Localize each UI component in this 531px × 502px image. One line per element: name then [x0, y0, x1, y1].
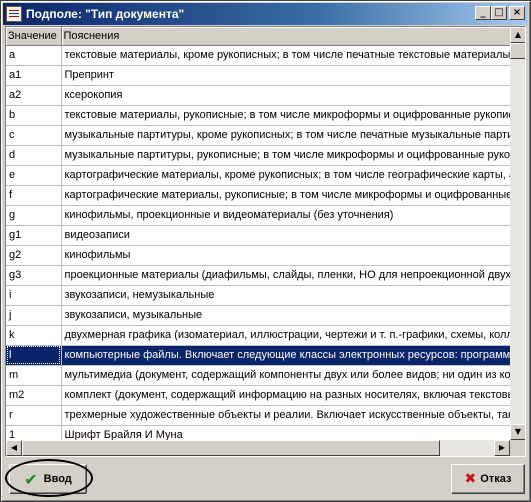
row-value-cell[interactable]: e: [6, 165, 62, 186]
header-row: Значение Пояснения: [6, 27, 510, 46]
row-description-cell[interactable]: мультимедиа (документ, содержащий компон…: [61, 365, 510, 386]
enter-button[interactable]: ✔ Ввод: [9, 464, 87, 494]
horizontal-scrollbar[interactable]: ◀ ▶: [6, 440, 510, 456]
row-description-cell[interactable]: картографические материалы, рукописные; …: [61, 185, 510, 206]
row-value-cell[interactable]: j: [6, 305, 62, 326]
row-value-cell[interactable]: f: [6, 185, 62, 206]
table-row[interactable]: e картографические материалы, кроме рукоп…: [6, 165, 510, 186]
row-description-cell[interactable]: компьютерные файлы. Включает следующие к…: [61, 345, 510, 366]
table-row[interactable]: a текстовые материалы, кроме рукописных; …: [6, 45, 510, 66]
row-value-cell[interactable]: k: [6, 325, 62, 346]
row-value-cell[interactable]: m: [6, 365, 62, 386]
scroll-right-button[interactable]: ▶: [494, 440, 510, 456]
values-grid[interactable]: Значение Пояснения a текстовые материалы,…: [5, 26, 526, 457]
cross-icon: ✖: [464, 471, 477, 487]
row-value-cell[interactable]: m2: [6, 385, 62, 406]
values-table: Значение Пояснения a текстовые материалы,…: [6, 27, 510, 440]
scroll-down-button[interactable]: ▼: [510, 424, 525, 440]
row-description-cell[interactable]: звукозаписи, немузыкальные: [61, 285, 510, 306]
table-row[interactable]: c музыкальные партитуры, кроме рукописных…: [6, 125, 510, 146]
row-value-cell[interactable]: d: [6, 145, 62, 166]
row-description-cell[interactable]: музыкальные партитуры, рукописные; в том…: [61, 145, 510, 166]
row-description-cell[interactable]: Шрифт Брайля И Муна: [61, 425, 510, 440]
column-header-value[interactable]: Значение: [6, 27, 62, 46]
table-row[interactable]: m2 комплект (документ, содержащий информа…: [6, 385, 510, 406]
minimize-button[interactable]: _: [475, 6, 491, 20]
row-description-cell[interactable]: двухмерная графика (изоматериал, иллюстр…: [61, 325, 510, 346]
table-row[interactable]: l компьютерные файлы. Включает следующие …: [6, 345, 510, 366]
table-row[interactable]: a2 ксерокопия: [6, 85, 510, 106]
table-row[interactable]: d музыкальные партитуры, рукописные; в то…: [6, 145, 510, 166]
vertical-scroll-thumb[interactable]: [510, 43, 525, 59]
row-description-cell[interactable]: текстовые материалы, кроме рукописных; в…: [61, 45, 510, 66]
row-description-cell[interactable]: видеозаписи: [61, 225, 510, 246]
row-value-cell[interactable]: g3: [6, 265, 62, 286]
scroll-left-button[interactable]: ◀: [6, 440, 22, 456]
cancel-button[interactable]: ✖ Отказ: [451, 464, 525, 494]
table-row[interactable]: b текстовые материалы, рукописные; в том …: [6, 105, 510, 126]
row-description-cell[interactable]: проекционные материалы (диафильмы, слайд…: [61, 265, 510, 286]
row-description-cell[interactable]: кинофильмы: [61, 245, 510, 266]
table-row[interactable]: 1 Шрифт Брайля И Муна: [6, 425, 510, 440]
row-value-cell[interactable]: c: [6, 125, 62, 146]
check-icon: ✔: [24, 469, 38, 489]
table-row[interactable]: g1 видеозаписи: [6, 225, 510, 246]
row-description-cell[interactable]: музыкальные партитуры, кроме рукописных;…: [61, 125, 510, 146]
row-value-cell[interactable]: g: [6, 205, 62, 226]
vertical-scrollbar[interactable]: ▲ ▼: [510, 27, 525, 440]
table-row[interactable]: g кинофильмы, проекционные и видеоматериа…: [6, 205, 510, 226]
row-value-cell[interactable]: a2: [6, 85, 62, 106]
row-value-cell[interactable]: g1: [6, 225, 62, 246]
horizontal-scroll-thumb[interactable]: [22, 440, 440, 456]
row-description-cell[interactable]: трехмерные художественные объекты и реал…: [61, 405, 510, 426]
column-header-description[interactable]: Пояснения: [61, 27, 510, 46]
row-description-cell[interactable]: текстовые материалы, рукописные; в том ч…: [61, 105, 510, 126]
table-row[interactable]: a1 Препринт: [6, 65, 510, 86]
window-title: Подполе: "Тип документа": [26, 7, 185, 21]
row-value-cell[interactable]: r: [6, 405, 62, 426]
row-description-cell[interactable]: картографические материалы, кроме рукопи…: [61, 165, 510, 186]
dialog-window: Подполе: "Тип документа" _ □ × Значение …: [0, 0, 531, 502]
row-value-cell[interactable]: 1: [6, 425, 62, 440]
cancel-button-label: Отказ: [480, 473, 512, 485]
row-description-cell[interactable]: ксерокопия: [61, 85, 510, 106]
table-row[interactable]: r трехмерные художественные объекты и реа…: [6, 405, 510, 426]
row-value-cell[interactable]: a: [6, 45, 62, 66]
row-description-cell[interactable]: комплект (документ, содержащий информаци…: [61, 385, 510, 406]
grid-viewport: Значение Пояснения a текстовые материалы,…: [6, 27, 510, 440]
title-bar[interactable]: Подполе: "Тип документа" _ □ ×: [3, 3, 528, 25]
app-icon: [6, 6, 22, 22]
window-controls: _ □ ×: [475, 6, 525, 20]
row-description-cell[interactable]: кинофильмы, проекционные и видеоматериал…: [61, 205, 510, 226]
row-value-cell[interactable]: g2: [6, 245, 62, 266]
enter-button-label: Ввод: [43, 473, 72, 485]
table-row[interactable]: k двухмерная графика (изоматериал, иллюст…: [6, 325, 510, 346]
scroll-up-button[interactable]: ▲: [510, 27, 525, 43]
grid-body: a текстовые материалы, кроме рукописных; …: [6, 45, 510, 440]
row-value-cell[interactable]: b: [6, 105, 62, 126]
row-description-cell[interactable]: Препринт: [61, 65, 510, 86]
row-value-cell[interactable]: i: [6, 285, 62, 306]
maximize-button[interactable]: □: [491, 6, 507, 20]
table-row[interactable]: g3 проекционные материалы (диафильмы, сла…: [6, 265, 510, 286]
row-value-cell[interactable]: l: [6, 345, 62, 366]
table-row[interactable]: j звукозаписи, музыкальные: [6, 305, 510, 326]
row-description-cell[interactable]: звукозаписи, музыкальные: [61, 305, 510, 326]
table-row[interactable]: m мультимедиа (документ, содержащий компо…: [6, 365, 510, 386]
close-button[interactable]: ×: [509, 6, 525, 20]
scrollbar-corner: [510, 440, 525, 456]
row-value-cell[interactable]: a1: [6, 65, 62, 86]
table-row[interactable]: g2 кинофильмы: [6, 245, 510, 266]
table-row[interactable]: i звукозаписи, немузыкальные: [6, 285, 510, 306]
table-row[interactable]: f картографические материалы, рукописные;…: [6, 185, 510, 206]
